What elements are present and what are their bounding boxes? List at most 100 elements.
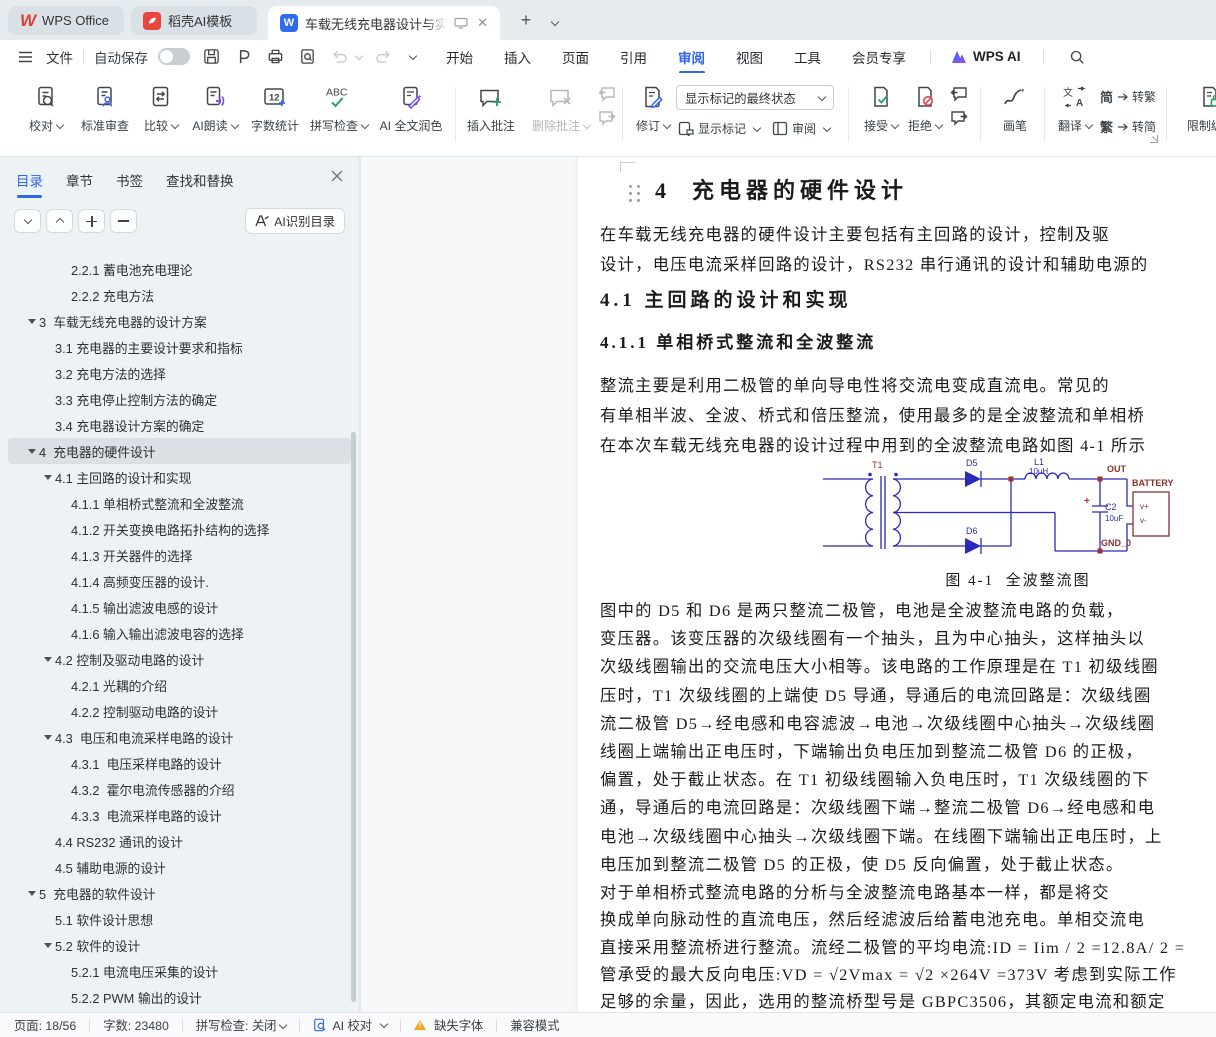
compare-button[interactable]: 比较: [138, 82, 184, 134]
collapse-arrow-icon[interactable]: [24, 891, 39, 896]
toc-item[interactable]: 4.3.3 电流采样电路的设计: [8, 802, 351, 828]
collapse-all-button[interactable]: [110, 209, 137, 233]
menu-tab[interactable]: 插入: [502, 40, 533, 74]
toc-item[interactable]: 4.1 主回路的设计和实现: [8, 464, 351, 490]
toc-item[interactable]: 5 充电器的软件设计: [8, 880, 351, 906]
dialog-launcher-icon[interactable]: [1150, 135, 1158, 143]
collapse-arrow-icon[interactable]: [40, 371, 55, 376]
toc-item[interactable]: 4 充电器的硬件设计: [8, 438, 351, 464]
toc-item[interactable]: 3.3 充电停止控制方法的确定: [8, 386, 351, 412]
page-indicator[interactable]: 页面: 18/56: [14, 1016, 76, 1034]
collapse-arrow-icon[interactable]: [56, 709, 71, 714]
track-changes-button[interactable]: 修订: [632, 82, 674, 134]
expand-all-button[interactable]: [78, 209, 105, 233]
toc-item[interactable]: 3 车载无线充电器的设计方案: [8, 308, 351, 334]
menu-tab[interactable]: 开始: [444, 40, 475, 74]
export-pdf-icon[interactable]: [232, 46, 254, 68]
toc-item[interactable]: 4.1.2 开关变换电路拓扑结构的选择: [8, 516, 351, 542]
sidebar-tab[interactable]: 查找和替换: [166, 170, 234, 198]
next-change-icon[interactable]: [950, 110, 968, 126]
collapse-arrow-icon[interactable]: [56, 501, 71, 506]
wps-ai-button[interactable]: WPS AI: [951, 49, 1021, 64]
collapse-arrow-icon[interactable]: [56, 527, 71, 532]
sidebar-tab[interactable]: 书签: [116, 170, 143, 198]
toc-item[interactable]: 4.1.3 开关器件的选择: [8, 542, 351, 568]
toc-item[interactable]: 4.3.1 电压采样电路的设计: [8, 750, 351, 776]
toc-item[interactable]: 4.1.1 单相桥式整流和全波整流: [8, 490, 351, 516]
close-sidebar-icon[interactable]: [331, 170, 343, 182]
file-menu[interactable]: 文件: [46, 47, 73, 67]
collapse-arrow-icon[interactable]: [56, 995, 71, 1000]
collapse-arrow-icon[interactable]: [24, 319, 39, 324]
document-page[interactable]: 4 充电器的硬件设计 在车载无线充电器的硬件设计主要包括有主回路的设计，控制及驱…: [578, 157, 1216, 1012]
menu-tab[interactable]: 页面: [560, 40, 591, 74]
collapse-arrow-icon[interactable]: [40, 345, 55, 350]
restrict-editing-button[interactable]: 限制编辑: [1176, 82, 1216, 134]
toc-item[interactable]: 4.5 辅助电源的设计: [8, 854, 351, 880]
reject-button[interactable]: 拒绝: [902, 82, 948, 134]
quick-access-chevron-icon[interactable]: [409, 51, 417, 59]
toc-item[interactable]: 3.4 充电器设计方案的确定: [8, 412, 351, 438]
save-icon[interactable]: [200, 46, 222, 68]
ai-proofread-status[interactable]: AI 校对: [313, 1016, 387, 1034]
toc-item[interactable]: 5.2.2 PWM 输出的设计: [8, 984, 351, 1010]
toc-item[interactable]: 3.2 充电方法的选择: [8, 360, 351, 386]
tab-docer-ai[interactable]: 稻壳AI模板: [131, 6, 257, 35]
standard-review-button[interactable]: 标准审查: [76, 82, 134, 134]
word-count-button[interactable]: 12 字数统计: [246, 82, 304, 134]
print-icon[interactable]: [264, 46, 286, 68]
collapse-arrow-icon[interactable]: [56, 787, 71, 792]
collapse-arrow-icon[interactable]: [40, 397, 55, 402]
collapse-arrow-icon[interactable]: [24, 449, 39, 454]
insert-comment-button[interactable]: 插入批注: [462, 82, 520, 134]
toc-item[interactable]: 4.3.2 霍尔电流传感器的介绍: [8, 776, 351, 802]
search-icon[interactable]: [1066, 46, 1088, 68]
collapse-arrow-icon[interactable]: [40, 475, 55, 480]
delete-comment-button[interactable]: 删除批注: [526, 82, 596, 134]
previous-comment-icon[interactable]: [598, 86, 616, 102]
brush-button[interactable]: 画笔: [990, 82, 1040, 134]
translate-button[interactable]: 文A 翻译: [1052, 82, 1098, 134]
toc-item[interactable]: 4.3 电压和电流采样电路的设计: [8, 724, 351, 750]
collapse-arrow-icon[interactable]: [56, 553, 71, 558]
sidebar-tab[interactable]: 章节: [66, 170, 93, 198]
toc-item[interactable]: 2.2.1 蓄电池充电理论: [8, 256, 351, 282]
ai-recognize-toc-button[interactable]: AI识别目录: [245, 208, 345, 234]
undo-chevron-icon[interactable]: [355, 51, 363, 59]
accept-button[interactable]: 接受: [858, 82, 904, 134]
ai-polish-button[interactable]: AI 全文润色: [372, 82, 450, 134]
sidebar-scrollbar[interactable]: [351, 432, 356, 1002]
collapse-arrow-icon[interactable]: [56, 969, 71, 974]
markup-state-select[interactable]: 显示标记的最终状态: [676, 85, 834, 110]
collapse-up-button[interactable]: [46, 209, 73, 233]
next-comment-icon[interactable]: [598, 110, 616, 126]
collapse-arrow-icon[interactable]: [56, 579, 71, 584]
paragraph-drag-handle-icon[interactable]: [629, 185, 645, 205]
tab-wps-office[interactable]: W WPS Office: [8, 6, 124, 35]
collapse-arrow-icon[interactable]: [40, 839, 55, 844]
collapse-arrow-icon[interactable]: [40, 943, 55, 948]
collapse-arrow-icon[interactable]: [56, 813, 71, 818]
toc-item[interactable]: 4.2.1 光耦的介绍: [8, 672, 351, 698]
ai-read-aloud-button[interactable]: AI朗读: [188, 82, 242, 134]
redo-icon[interactable]: [372, 46, 394, 68]
undo-icon[interactable]: [328, 46, 350, 68]
screen-share-icon[interactable]: [454, 17, 468, 29]
menu-tab[interactable]: 审阅: [676, 40, 707, 74]
word-count-indicator[interactable]: 字数: 23480: [103, 1016, 169, 1034]
traditional-to-simplified-button[interactable]: 繁 转简: [1100, 117, 1156, 136]
toc-item[interactable]: 5.2.1 电流电压采集的设计: [8, 958, 351, 984]
collapse-arrow-icon[interactable]: [56, 761, 71, 766]
collapse-arrow-icon[interactable]: [40, 657, 55, 662]
new-tab-button[interactable]: +: [516, 10, 536, 30]
toc-item[interactable]: 2.2.2 充电方法: [8, 282, 351, 308]
close-tab-icon[interactable]: ✕: [477, 15, 488, 31]
show-markup-button[interactable]: 显示标记: [678, 120, 760, 137]
spell-check-button[interactable]: ABC 拼写检查: [308, 82, 370, 134]
toc-item[interactable]: 4.2.2 控制驱动电路的设计: [8, 698, 351, 724]
toc-item[interactable]: 5.2 软件的设计: [8, 932, 351, 958]
menu-tab[interactable]: 引用: [618, 40, 649, 74]
menu-tab[interactable]: 会员专享: [850, 40, 908, 74]
menu-tab[interactable]: 视图: [734, 40, 765, 74]
previous-change-icon[interactable]: [950, 86, 968, 102]
